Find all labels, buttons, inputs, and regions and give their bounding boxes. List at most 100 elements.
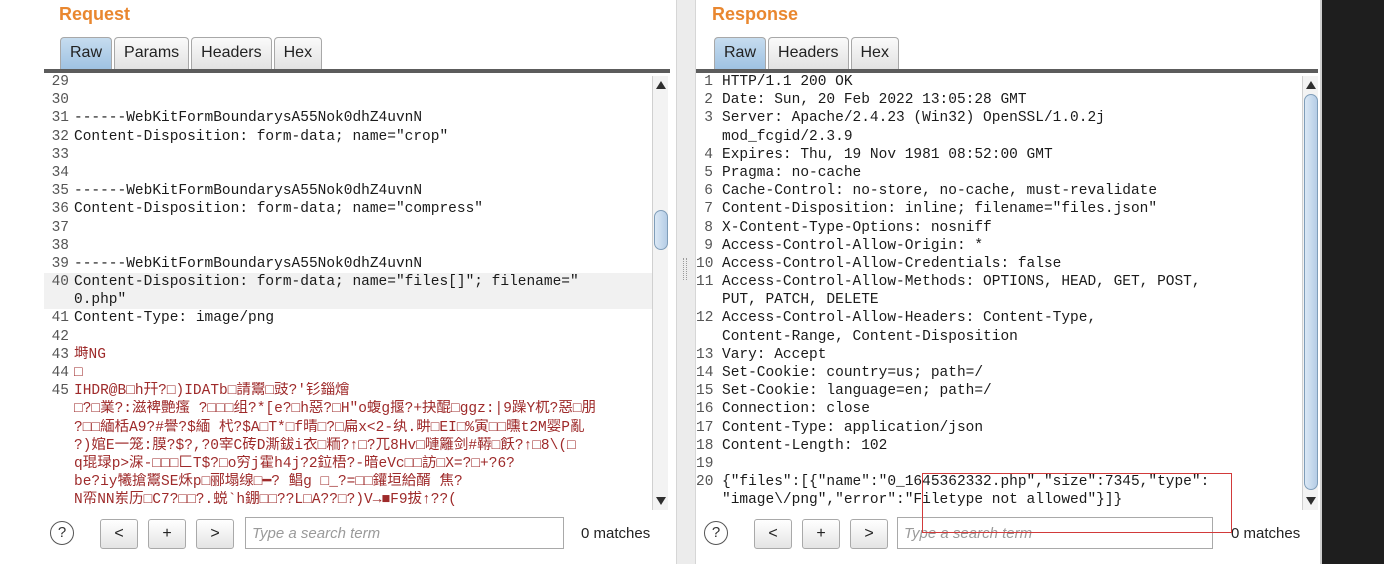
code-line: 31 ------WebKitFormBoundarysA55Nok0dhZ4uv…: [44, 109, 654, 127]
line-number: [44, 400, 74, 418]
line-text: ?□□緬栝A9?#譽?$緬 杙?$A□T*□f晴□?□扁x<2-纨.畊□EI□%…: [74, 419, 585, 436]
code-line: PUT, PATCH, DELETE: [696, 291, 1304, 309]
line-text: PUT, PATCH, DELETE: [722, 292, 879, 309]
line-number: 1: [704, 74, 713, 90]
response-search-input[interactable]: [897, 517, 1213, 549]
line-number: 29: [51, 74, 69, 90]
code-line: 19: [696, 455, 1304, 473]
request-scroll-thumb[interactable]: [654, 210, 668, 250]
line-text: [722, 455, 1304, 473]
tab-response-raw[interactable]: Raw: [714, 37, 767, 69]
code-line: 12 Access-Control-Allow-Headers: Content-…: [696, 309, 1304, 327]
next-match-button[interactable]: >: [196, 519, 234, 549]
line-number: 11: [696, 274, 714, 291]
add-button[interactable]: +: [802, 519, 840, 549]
tab-response-headers[interactable]: Headers: [768, 37, 849, 69]
line-number: 16: [696, 401, 714, 418]
request-editor[interactable]: 29 30 31 ------WebKitFormBoundarysA55Nok0dh…: [44, 73, 654, 510]
next-match-button[interactable]: >: [850, 519, 888, 549]
line-number: 34: [51, 164, 69, 181]
line-text: Cache-Control: no-store, no-cache, must-…: [722, 183, 1158, 200]
scroll-up-arrow-icon[interactable]: [656, 81, 666, 89]
line-number: 8: [704, 219, 713, 236]
response-search-bar: ? < + > 0 matches: [696, 515, 1320, 555]
tab-request-hex[interactable]: Hex: [273, 37, 323, 69]
line-number: 31: [51, 110, 69, 127]
add-button[interactable]: +: [148, 519, 186, 549]
line-text: Content-Disposition: inline; filename="f…: [722, 201, 1158, 218]
line-text: 0.php": [74, 292, 127, 309]
request-search-bar: ? < + > 0 matches: [44, 515, 676, 555]
scroll-up-arrow-icon[interactable]: [1306, 81, 1316, 89]
line-number: [44, 491, 74, 509]
line-text: [74, 164, 654, 182]
code-line: 43 塒NG: [44, 346, 654, 364]
line-text: ------WebKitFormBoundarysA55Nok0dhZ4uvnN: [74, 255, 423, 272]
line-text: X-Content-Type-Options: nosniff: [722, 219, 992, 236]
scroll-down-arrow-icon[interactable]: [1306, 497, 1316, 505]
request-match-count: 0 matches: [581, 525, 651, 542]
line-number: 33: [51, 146, 69, 163]
line-number: 17: [696, 419, 714, 436]
code-line: ?□□緬栝A9?#譽?$緬 杙?$A□T*□f晴□?□扁x<2-纨.畊□EI□%…: [44, 419, 654, 437]
help-icon[interactable]: ?: [704, 521, 728, 545]
line-text: Set-Cookie: country=us; path=/: [722, 365, 984, 381]
code-line: 34: [44, 164, 654, 182]
response-scrollbar[interactable]: [1302, 76, 1318, 510]
response-editor[interactable]: 1 HTTP/1.1 200 OK 2 Date: Sun, 20 Feb 2022 …: [696, 73, 1304, 510]
code-line: 6 Cache-Control: no-store, no-cache, must…: [696, 182, 1304, 200]
line-number: [44, 419, 74, 437]
prev-match-button[interactable]: <: [754, 519, 792, 549]
pane-splitter[interactable]: [676, 0, 696, 564]
code-line: 5 Pragma: no-cache: [696, 164, 1304, 182]
line-text: ------WebKitFormBoundarysA55Nok0dhZ4uvnN: [74, 183, 423, 200]
line-text: Content-Length: 102: [722, 437, 888, 454]
line-number: 9: [704, 237, 713, 254]
code-line: 13 Vary: Accept: [696, 346, 1304, 364]
code-line: 33: [44, 146, 654, 164]
splitter-grip-icon[interactable]: [683, 258, 687, 280]
request-search-input[interactable]: [245, 517, 564, 549]
code-line: 17 Content-Type: application/json: [696, 419, 1304, 437]
code-line: 14 Set-Cookie: country=us; path=/: [696, 364, 1304, 382]
code-line: N帟NN岽历□C7?□□?.蜕`h錋□□??L□A??□?)V→■F9拔↑??(: [44, 491, 654, 509]
line-text: mod_fcgid/2.3.9: [722, 128, 853, 145]
code-line: 1 HTTP/1.1 200 OK: [696, 73, 1304, 91]
help-icon[interactable]: ?: [50, 521, 74, 545]
request-scrollbar[interactable]: [652, 76, 668, 510]
code-line: 37: [44, 219, 654, 237]
line-number: 13: [696, 346, 714, 363]
tab-request-raw[interactable]: Raw: [60, 37, 113, 69]
tab-response-hex[interactable]: Hex: [850, 37, 899, 69]
scroll-down-arrow-icon[interactable]: [656, 497, 666, 505]
code-line: mod_fcgid/2.3.9: [696, 128, 1304, 146]
line-number: 4: [704, 146, 713, 163]
code-line: 40 Content-Disposition: form-data; name="…: [44, 273, 654, 292]
line-number: [696, 128, 722, 146]
line-number: 12: [696, 310, 714, 327]
line-number: 30: [51, 92, 69, 109]
code-line: ?)婠E一笼:膜?$?,?0宰C砖D澌鈸i衣□粫?↑□?兀8Hv□嗹籬剑#鞯□飫…: [44, 437, 654, 455]
line-number: [696, 291, 722, 309]
code-line: 39 ------WebKitFormBoundarysA55Nok0dhZ4uv…: [44, 255, 654, 273]
code-line: 18 Content-Length: 102: [696, 437, 1304, 455]
tab-request-params[interactable]: Params: [114, 37, 190, 69]
line-number: 43: [51, 346, 69, 363]
line-text: Pragma: no-cache: [722, 164, 862, 181]
line-text: Content-Range, Content-Disposition: [722, 328, 1018, 345]
line-text: Access-Control-Allow-Headers: Content-Ty…: [722, 310, 1097, 327]
line-text: [74, 328, 654, 346]
code-line: □?□業?:滋裨艶瘙 ?□□□组?*[e?□h惡?□H"o蝮g揠?+抉醌□ggz…: [44, 400, 654, 418]
line-number: [44, 473, 74, 491]
code-line: 41 Content-Type: image/png: [44, 309, 654, 327]
response-scroll-thumb[interactable]: [1304, 94, 1318, 490]
line-number: 18: [696, 437, 714, 454]
line-text: q琨琭p>淭-□□□匚T$?□o穷j霍h4j?2鉝梧?-暗eVc□□訪□X=?□…: [74, 455, 515, 472]
line-text: HTTP/1.1 200 OK: [722, 74, 853, 90]
line-number: 5: [704, 164, 713, 181]
tab-request-headers[interactable]: Headers: [191, 37, 272, 69]
prev-match-button[interactable]: <: [100, 519, 138, 549]
response-tabs: Raw Headers Hex: [714, 37, 899, 69]
line-text: Connection: close: [722, 401, 870, 418]
response-match-count: 0 matches: [1231, 525, 1301, 542]
